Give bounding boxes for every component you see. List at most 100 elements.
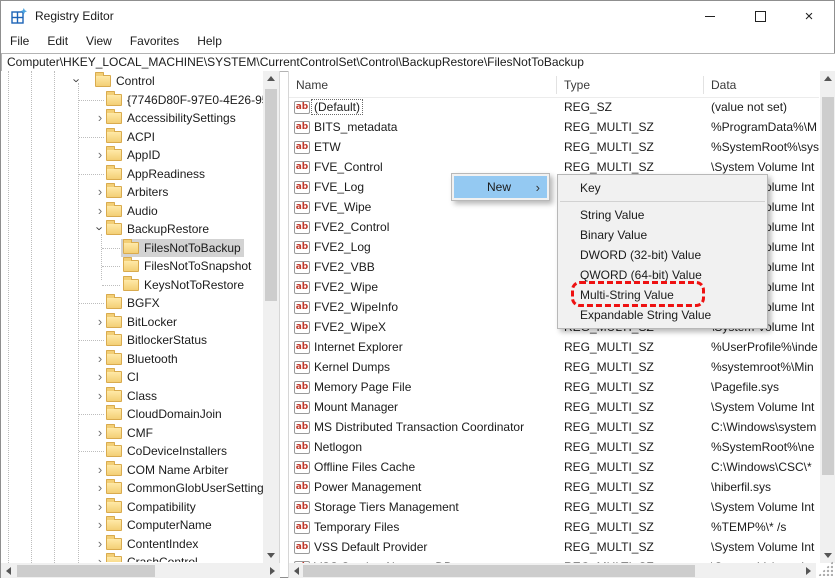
menu-item-new[interactable]: New › [454, 176, 547, 198]
tree-item-label: CMF [127, 425, 153, 440]
tree-item-bitlocker[interactable]: BitLocker [104, 312, 180, 331]
value-type: REG_MULTI_SZ [564, 520, 654, 534]
close-button[interactable]: × [784, 1, 834, 31]
registry-value-row[interactable]: ab Temporary Files REG_MULTI_SZ %TEMP%\* /s [289, 518, 819, 538]
menu-item-string-value[interactable]: String Value [558, 205, 767, 225]
registry-value-row[interactable]: ab Internet Explorer REG_MULTI_SZ %UserProf… [289, 338, 819, 358]
scroll-right-icon[interactable] [270, 567, 275, 575]
tree-item-bitlockerstatus[interactable]: BitlockerStatus [104, 331, 210, 349]
value-name: VSS Default Provider [314, 540, 428, 554]
tree-item-label: FilesNotToBackup [144, 240, 241, 255]
menubar-item-view[interactable]: View [77, 31, 121, 51]
menu-item-multi-string-value[interactable]: Multi-String Value [558, 285, 767, 305]
menubar-item-favorites[interactable]: Favorites [121, 31, 188, 51]
tree-item-contentindex[interactable]: ContentIndex [104, 534, 201, 553]
tree-item-label: CoDeviceInstallers [127, 444, 228, 458]
value-name: Mount Manager [314, 400, 399, 414]
scrollbar-thumb[interactable] [822, 97, 834, 475]
folder-icon [106, 516, 122, 531]
value-data: \System Volume Int [711, 540, 815, 554]
tree-item-arbiters[interactable]: Arbiters [104, 183, 171, 201]
registry-value-row[interactable]: ab Power Management REG_MULTI_SZ \hiberfil.… [289, 478, 819, 498]
scrollbar-thumb[interactable] [17, 565, 155, 577]
column-header-data[interactable]: Data [711, 73, 736, 97]
scroll-left-icon[interactable] [6, 567, 11, 575]
scroll-right-icon[interactable] [806, 567, 811, 575]
scroll-up-icon[interactable] [267, 76, 275, 81]
folder-icon [106, 479, 122, 494]
tree-vertical-scrollbar[interactable] [263, 71, 279, 563]
tree-item-control[interactable]: Control [93, 72, 158, 90]
tree-item-bgfx[interactable]: BGFX [104, 294, 163, 312]
tree-item-compatibility[interactable]: Compatibility [104, 497, 199, 516]
string-value-icon: ab [294, 481, 310, 494]
registry-value-row[interactable]: ab Kernel Dumps REG_MULTI_SZ %systemroot%\M… [289, 358, 819, 378]
tree-item-appreadiness[interactable]: AppReadiness [104, 164, 208, 183]
menu-item-key[interactable]: Key [558, 178, 767, 198]
tree-item-class[interactable]: Class [104, 386, 160, 405]
value-name: Power Management [314, 480, 422, 494]
column-header-name[interactable]: Name [296, 73, 328, 97]
tree-horizontal-scrollbar[interactable] [1, 563, 280, 578]
registry-value-row[interactable]: ab Offline Files Cache REG_MULTI_SZ C:\Wind… [289, 458, 819, 478]
tree-item-audio[interactable]: Audio [104, 201, 161, 220]
registry-value-row[interactable]: ab Storage Tiers Management REG_MULTI_SZ \S… [289, 498, 819, 518]
menubar-item-edit[interactable]: Edit [38, 31, 77, 51]
tree-item-bluetooth[interactable]: Bluetooth [104, 349, 181, 368]
minimize-button[interactable] [685, 1, 735, 31]
tree-item-commonglobusersetting[interactable]: CommonGlobUserSetting [104, 479, 263, 497]
tree-item-filesnottosnapshot[interactable]: FilesNotToSnapshot [121, 257, 254, 275]
tree-row: › Bluetooth [1, 349, 263, 369]
menubar-item-help[interactable]: Help [188, 31, 231, 51]
tree-item-clouddomainjoin[interactable]: CloudDomainJoin [104, 405, 225, 423]
registry-value-row[interactable]: ab Memory Page File REG_MULTI_SZ \Pagefile.… [289, 378, 819, 398]
tree-item-backuprestore[interactable]: BackupRestore [104, 220, 212, 238]
tree-item-appid[interactable]: AppID [104, 146, 163, 164]
value-type: REG_MULTI_SZ [564, 360, 654, 374]
scrollbar-thumb[interactable] [265, 89, 277, 301]
tree-item-accessibilitysettings[interactable]: AccessibilitySettings [104, 109, 239, 127]
tree-item-keysnottorestore[interactable]: KeysNotToRestore [121, 275, 247, 294]
collapse-icon[interactable]: › [70, 75, 85, 87]
value-data: %SystemRoot%\sys [711, 140, 819, 154]
value-type: REG_MULTI_SZ [564, 160, 654, 174]
value-type: REG_MULTI_SZ [564, 120, 654, 134]
menu-item-binary-value[interactable]: Binary Value [558, 225, 767, 245]
registry-value-row[interactable]: ab ETW REG_MULTI_SZ %SystemRoot%\sys [289, 138, 819, 158]
registry-value-row[interactable]: ab (Default) REG_SZ (value not set) [289, 98, 819, 118]
column-header-type[interactable]: Type [564, 73, 590, 97]
submenu-arrow-icon: › [535, 179, 540, 195]
tree-item-cmf[interactable]: CMF [104, 423, 156, 442]
list-vertical-scrollbar[interactable] [820, 71, 835, 563]
list-horizontal-scrollbar[interactable] [289, 563, 816, 578]
tree-item-crashcontrol[interactable]: CrashControl [104, 553, 201, 562]
registry-value-row[interactable]: ab VSS Default Provider REG_MULTI_SZ \Syste… [289, 538, 819, 558]
menubar-item-file[interactable]: File [1, 31, 38, 51]
tree-row: CoDeviceInstallers [1, 442, 263, 461]
tree-item-codeviceinstallers[interactable]: CoDeviceInstallers [104, 442, 230, 460]
maximize-button[interactable] [735, 1, 785, 31]
tree-item-filesnottobackup[interactable]: FilesNotToBackup [121, 238, 244, 257]
tree-item-com-name-arbiter[interactable]: COM Name Arbiter [104, 460, 231, 479]
registry-value-row[interactable]: ab Netlogon REG_MULTI_SZ %SystemRoot%\ne [289, 438, 819, 458]
scroll-down-icon[interactable] [267, 553, 275, 558]
menu-item-dword-32-bit-value[interactable]: DWORD (32-bit) Value [558, 245, 767, 265]
scroll-up-icon[interactable] [824, 76, 832, 81]
column-separator[interactable] [556, 76, 557, 94]
tree-item-7746d80f-97e0-4e26-95[interactable]: {7746D80F-97E0-4E26-95 [104, 90, 263, 109]
column-separator[interactable] [703, 76, 704, 94]
menu-item-qword-64-bit-value[interactable]: QWORD (64-bit) Value [558, 265, 767, 285]
address-bar[interactable]: Computer\HKEY_LOCAL_MACHINE\SYSTEM\Curre… [1, 53, 835, 72]
scrollbar-thumb[interactable] [303, 565, 695, 577]
registry-value-row[interactable]: ab Mount Manager REG_MULTI_SZ \System Volum… [289, 398, 819, 418]
tree-row: BGFX [1, 294, 263, 313]
menu-item-expandable-string-value[interactable]: Expandable String Value [558, 305, 767, 325]
scroll-left-icon[interactable] [294, 567, 299, 575]
tree-item-acpi[interactable]: ACPI [104, 127, 158, 146]
tree-item-ci[interactable]: CI [104, 368, 142, 386]
registry-value-row[interactable]: ab MS Distributed Transaction Coordinator… [289, 418, 819, 438]
tree-item-computername[interactable]: ComputerName [104, 516, 215, 534]
scroll-down-icon[interactable] [824, 553, 832, 558]
registry-tree-pane: › Control {7746D80F-97E0-4E26-95 › Accessibi… [1, 71, 280, 578]
registry-value-row[interactable]: ab BITS_metadata REG_MULTI_SZ %ProgramData%… [289, 118, 819, 138]
